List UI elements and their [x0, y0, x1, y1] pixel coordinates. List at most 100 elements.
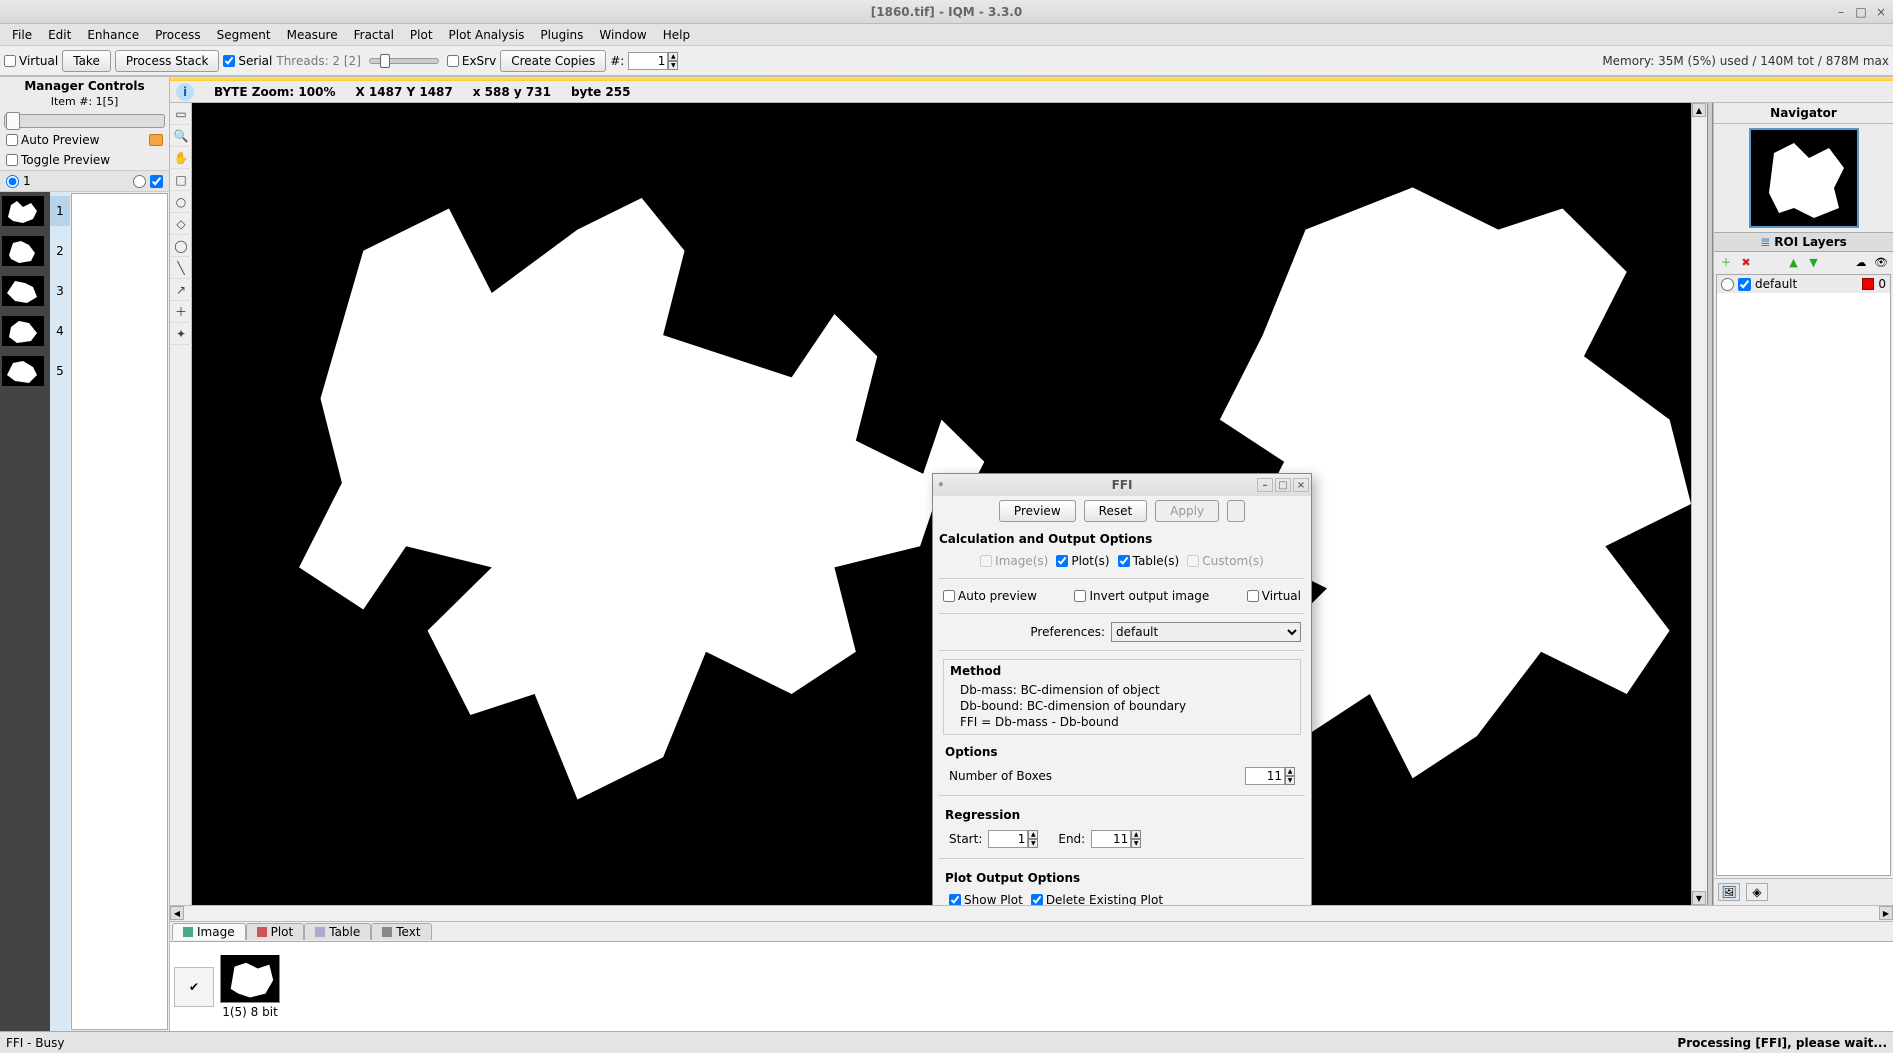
dialog-minimize-icon[interactable]: –: [1257, 478, 1273, 492]
aux-checkbox[interactable]: [150, 175, 163, 188]
end-input[interactable]: [1091, 830, 1131, 848]
line-tool-icon[interactable]: ╲: [170, 257, 192, 279]
dialog-menu-icon[interactable]: •: [937, 478, 945, 492]
menu-window[interactable]: Window: [591, 26, 654, 44]
virtual-dialog-checkbox[interactable]: Virtual: [1247, 589, 1301, 603]
menu-plot[interactable]: Plot: [402, 26, 441, 44]
boxes-spinner[interactable]: ▲▼: [1245, 767, 1295, 785]
thumb-index-2[interactable]: 2: [56, 236, 64, 266]
tray-action-icon[interactable]: ✔: [174, 967, 214, 1007]
tab-table[interactable]: Table: [304, 923, 371, 940]
tab-plot[interactable]: Plot: [246, 923, 305, 940]
roi-cloud-icon[interactable]: ☁: [1853, 254, 1869, 270]
scroll-up-icon[interactable]: ▲: [1692, 103, 1706, 117]
image-canvas[interactable]: • FFI – □ × Preview Reset Apply: [192, 103, 1691, 905]
images-checkbox[interactable]: Image(s): [980, 554, 1048, 568]
navigator-thumb[interactable]: [1749, 128, 1859, 228]
hash-spinner[interactable]: ▲▼: [628, 52, 678, 70]
preview-button[interactable]: Preview: [999, 500, 1076, 522]
menu-measure[interactable]: Measure: [279, 26, 346, 44]
freehand-tool-icon[interactable]: ◯: [170, 235, 192, 257]
scroll-left-icon[interactable]: ◀: [170, 906, 184, 920]
tab-text[interactable]: Text: [371, 923, 431, 940]
exsrv-checkbox[interactable]: ExSrv: [447, 54, 496, 68]
thumb-index-3[interactable]: 3: [56, 276, 64, 306]
extra-button[interactable]: [1227, 500, 1245, 522]
thumb-index-1[interactable]: 1: [50, 196, 70, 226]
menu-fractal[interactable]: Fractal: [346, 26, 402, 44]
menu-help[interactable]: Help: [655, 26, 698, 44]
preferences-select[interactable]: default: [1111, 622, 1301, 642]
menu-enhance[interactable]: Enhance: [79, 26, 147, 44]
maximize-icon[interactable]: □: [1853, 5, 1869, 19]
scroll-down-icon[interactable]: ▼: [1692, 891, 1706, 905]
arrow-tool-icon[interactable]: ↗: [170, 279, 192, 301]
auto-preview-checkbox[interactable]: Auto Preview: [6, 133, 99, 147]
virtual-checkbox[interactable]: Virtual: [4, 54, 58, 68]
dialog-maximize-icon[interactable]: □: [1275, 478, 1291, 492]
showplot-checkbox[interactable]: Show Plot: [949, 893, 1023, 905]
end-spinner[interactable]: ▲▼: [1091, 830, 1141, 848]
spin-down-icon[interactable]: ▼: [668, 61, 678, 70]
menu-segment[interactable]: Segment: [209, 26, 279, 44]
minimize-icon[interactable]: –: [1833, 5, 1849, 19]
menu-edit[interactable]: Edit: [40, 26, 79, 44]
roi-add-icon[interactable]: ＋: [1718, 254, 1734, 270]
thumb-index-5[interactable]: 5: [56, 356, 64, 386]
manager-slider[interactable]: [4, 114, 165, 128]
wand-tool-icon[interactable]: ✦: [170, 323, 192, 345]
menu-file[interactable]: File: [4, 26, 40, 44]
tray-thumb[interactable]: 1(5) 8 bit: [220, 955, 280, 1019]
spin-up-icon[interactable]: ▲: [1028, 830, 1038, 839]
roi-down-icon[interactable]: ▼: [1806, 254, 1822, 270]
thumb-1[interactable]: [2, 196, 44, 226]
roi-radio[interactable]: [1721, 278, 1734, 291]
dialog-close-icon[interactable]: ×: [1293, 478, 1309, 492]
spin-down-icon[interactable]: ▼: [1131, 839, 1141, 848]
spin-up-icon[interactable]: ▲: [668, 52, 678, 61]
start-input[interactable]: [988, 830, 1028, 848]
process-stack-button[interactable]: Process Stack: [115, 50, 220, 72]
invert-checkbox[interactable]: Invert output image: [1074, 589, 1209, 603]
mode-3d-icon[interactable]: ◈: [1746, 883, 1768, 901]
serial-checkbox[interactable]: Serial: [223, 54, 272, 68]
plots-checkbox[interactable]: Plot(s): [1056, 554, 1109, 568]
hash-input[interactable]: [628, 52, 668, 70]
menu-plot-analysis[interactable]: Plot Analysis: [441, 26, 533, 44]
roi-list[interactable]: default 0: [1716, 274, 1891, 876]
roi-visible-checkbox[interactable]: [1738, 278, 1751, 291]
hand-tool-icon[interactable]: ✋: [170, 147, 192, 169]
roi-up-icon[interactable]: ▲: [1786, 254, 1802, 270]
spin-down-icon[interactable]: ▼: [1028, 839, 1038, 848]
tab-image[interactable]: Image: [172, 923, 246, 940]
manager-list[interactable]: [71, 193, 168, 1030]
dialog-titlebar[interactable]: • FFI – □ ×: [933, 474, 1311, 496]
scroll-right-icon[interactable]: ▶: [1879, 906, 1893, 920]
thumb-2[interactable]: [2, 236, 44, 266]
thumb-4[interactable]: [2, 316, 44, 346]
spin-up-icon[interactable]: ▲: [1131, 830, 1141, 839]
zoom-tool-icon[interactable]: 🔍: [170, 125, 192, 147]
item-radio[interactable]: [6, 175, 19, 188]
close-icon[interactable]: ×: [1873, 5, 1889, 19]
customs-checkbox[interactable]: Custom(s): [1187, 554, 1264, 568]
start-spinner[interactable]: ▲▼: [988, 830, 1038, 848]
spin-down-icon[interactable]: ▼: [1285, 776, 1295, 785]
rectangle-tool-icon[interactable]: □: [170, 169, 192, 191]
roi-remove-icon[interactable]: ✖: [1738, 254, 1754, 270]
canvas-vscroll[interactable]: ▲ ▼: [1691, 103, 1707, 905]
roi-eye-icon[interactable]: 👁: [1873, 254, 1889, 270]
menu-process[interactable]: Process: [147, 26, 209, 44]
boxes-input[interactable]: [1245, 767, 1285, 785]
toggle-preview-checkbox[interactable]: Toggle Preview: [6, 153, 110, 167]
thumb-5[interactable]: [2, 356, 44, 386]
take-button[interactable]: Take: [62, 50, 111, 72]
thumb-index-4[interactable]: 4: [56, 316, 64, 346]
thumb-3[interactable]: [2, 276, 44, 306]
menu-plugins[interactable]: Plugins: [532, 26, 591, 44]
crosshair-tool-icon[interactable]: ＋: [170, 301, 192, 323]
mode-splat-icon[interactable]: 🖼: [1718, 883, 1740, 901]
tables-checkbox[interactable]: Table(s): [1118, 554, 1180, 568]
deleteplot-checkbox[interactable]: Delete Existing Plot: [1031, 893, 1163, 905]
select-tool-icon[interactable]: ▭: [170, 103, 192, 125]
